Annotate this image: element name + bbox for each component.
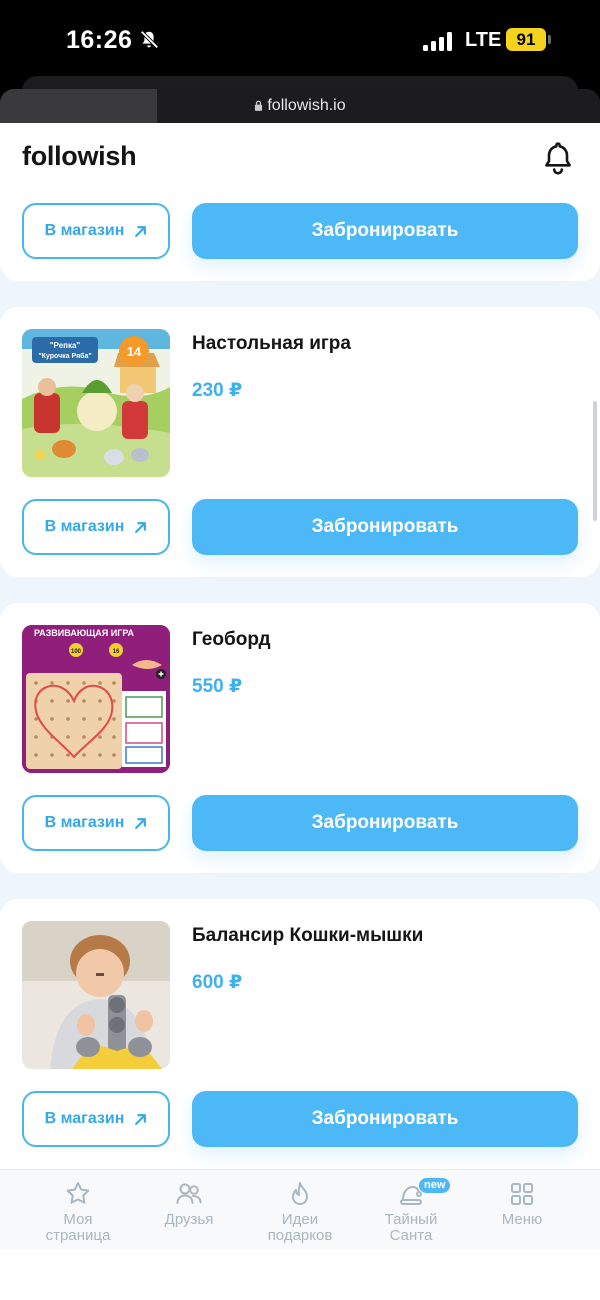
logo[interactable]: followish [22,141,137,172]
scrollbar[interactable] [593,401,597,521]
lock-icon [255,100,263,111]
product-image-geoboard[interactable]: РАЗВИВАЮЩАЯ ИГРА 100 16 [22,625,170,773]
shop-button-label: В магазин [44,518,125,535]
nav-item-friends[interactable]: Друзья [134,1180,244,1250]
shop-button[interactable]: В магазин [22,1091,170,1147]
nav-item-gift-ideas[interactable]: Идеи подарков [245,1180,355,1250]
reserve-button[interactable]: Забронировать [192,1091,578,1147]
nav-label-secret-santa: Тайный Санта [384,1211,438,1244]
product-card: РАЗВИВАЮЩАЯ ИГРА 100 16 Геоборд 550 ₽ В … [0,603,600,873]
product-title[interactable]: Настольная игра [192,333,351,355]
reserve-button[interactable]: Забронировать [192,795,578,851]
url-field[interactable]: followish.io [0,89,600,123]
product-image-board-game[interactable]: "Репка" "Курочка Ряба" 14 [22,329,170,477]
board-game-illustration: "Репка" "Курочка Ряба" 14 [22,329,170,477]
grid-icon [511,1183,533,1205]
reserve-button[interactable]: Забронировать [192,203,578,259]
shop-button[interactable]: В магазин [22,203,170,259]
geoboard-image-text-3: 16 [113,649,120,655]
reserve-button[interactable]: Забронировать [192,499,578,555]
product-price: 230 ₽ [192,380,243,401]
geoboard-image-text-2: 100 [71,649,82,655]
fire-icon [292,1182,308,1205]
status-bar: 16:26 LTE 91 [0,0,600,82]
arrow-up-right-icon [135,817,147,829]
bell-mute-icon [140,30,159,49]
nav-label-friends: Друзья [164,1211,214,1228]
app-header: followish [0,123,600,195]
balancer-illustration [22,921,170,1069]
nav-item-my-page[interactable]: Моя страница [23,1180,133,1250]
nav-item-menu[interactable]: Меню [467,1180,577,1250]
shop-button[interactable]: В магазин [22,795,170,851]
product-price: 550 ₽ [192,676,243,697]
arrow-up-right-icon [135,1113,147,1125]
shop-button-label: В магазин [44,222,125,239]
url-text: followish.io [267,97,346,114]
product-title[interactable]: Балансир Кошки-мышки [192,925,423,947]
board-game-image-text-1: "Репка" [50,341,81,350]
shop-button-label: В магазин [44,1110,125,1127]
nav-item-secret-santa[interactable]: new Тайный Санта [356,1178,466,1250]
home-area [0,1249,600,1300]
friends-icon [176,1183,202,1204]
network-label: LTE [465,29,502,51]
product-price: 600 ₽ [192,972,243,993]
battery-tip [548,35,551,44]
geoboard-image-text-1: РАЗВИВАЮЩАЯ ИГРА [34,628,135,638]
product-card: Балансир Кошки-мышки 600 ₽ В магазин Заб… [0,899,600,1189]
battery-icon: 91 [506,28,546,51]
board-game-image-text-2: "Курочка Ряба" [38,352,91,360]
nav-label-gift-ideas: Идеи подарков [267,1211,333,1244]
shop-button-label: В магазин [44,814,125,831]
browser-address-bar[interactable]: followish.io [0,89,600,123]
new-badge: new [419,1178,451,1193]
status-time: 16:26 [66,26,133,54]
shop-button[interactable]: В магазин [22,499,170,555]
geoboard-illustration: РАЗВИВАЮЩАЯ ИГРА 100 16 [22,625,170,773]
app-page: followish В магазин Забронировать "Репка… [0,123,600,1300]
board-game-image-text-3: 14 [127,344,142,359]
arrow-up-right-icon [135,521,147,533]
nav-label-my-page: Моя страница [45,1211,111,1244]
product-title[interactable]: Геоборд [192,629,271,651]
battery-level: 91 [516,30,536,49]
signal-icon [423,31,453,51]
star-icon [66,1182,90,1204]
product-image-balancer[interactable] [22,921,170,1069]
bell-icon[interactable] [543,140,573,176]
nav-label-menu: Меню [501,1211,543,1228]
arrow-up-right-icon [135,225,147,237]
product-card: "Репка" "Курочка Ряба" 14 Настольная игр… [0,307,600,577]
